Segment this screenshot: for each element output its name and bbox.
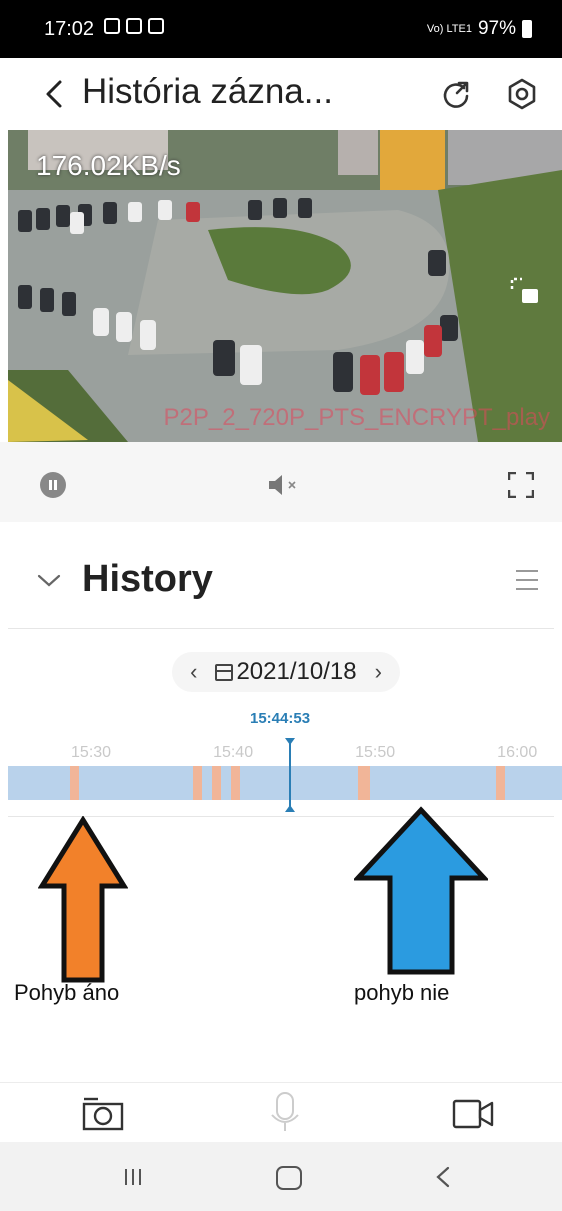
battery-level: 97% bbox=[477, 18, 516, 39]
camera-icon[interactable] bbox=[82, 1097, 124, 1131]
motion-event-segment[interactable] bbox=[495, 766, 506, 800]
timeline-tick-label: 15:40 bbox=[213, 744, 254, 761]
notification-icon bbox=[104, 18, 120, 34]
settings-icon[interactable] bbox=[506, 78, 538, 110]
recording-timeline[interactable]: 15:30 15:40 15:50 16:00 bbox=[8, 736, 562, 816]
motion-yes-label: Pohyb áno bbox=[14, 980, 120, 1005]
page-title: História zázna... bbox=[82, 72, 333, 111]
history-title: History bbox=[82, 558, 213, 600]
back-icon[interactable] bbox=[434, 1166, 452, 1188]
system-nav-bar bbox=[0, 1142, 562, 1211]
pause-icon[interactable] bbox=[40, 472, 66, 498]
status-notification-icons bbox=[104, 18, 164, 34]
history-panel: History ‹ 2021/10/18 › 15:44:53 15:30 15:… bbox=[0, 522, 562, 1082]
app-header: História zázna... bbox=[0, 58, 562, 130]
selected-date[interactable]: 2021/10/18 bbox=[236, 658, 356, 686]
chevron-down-icon[interactable] bbox=[36, 570, 62, 590]
divider bbox=[8, 628, 554, 629]
signal-icon: Vo) LTE1 bbox=[426, 23, 472, 35]
fullscreen-icon[interactable] bbox=[508, 472, 534, 498]
stream-watermark: P2P_2_720P_PTS_ENCRYPT_play bbox=[163, 404, 550, 431]
playhead-time: 15:44:53 bbox=[250, 710, 311, 727]
motion-event-segment[interactable] bbox=[69, 766, 80, 800]
date-selector: ‹ 2021/10/18 › bbox=[172, 652, 400, 692]
prev-date-button[interactable]: ‹ bbox=[172, 659, 215, 685]
status-bar: 17:02 Vo) LTE1 97% bbox=[0, 0, 562, 58]
home-icon[interactable] bbox=[276, 1166, 302, 1190]
back-arrow-icon[interactable] bbox=[40, 76, 70, 112]
recent-apps-icon[interactable] bbox=[122, 1166, 144, 1188]
motion-event-segment[interactable] bbox=[211, 766, 222, 800]
blue-up-arrow-annotation bbox=[354, 806, 488, 975]
microphone-icon[interactable] bbox=[270, 1091, 300, 1133]
bitrate-readout: 176.02KB/s bbox=[36, 150, 181, 181]
next-date-button[interactable]: › bbox=[357, 659, 400, 685]
timeline-tick-label: 15:30 bbox=[71, 744, 112, 761]
timeline-tick-label: 16:00 bbox=[497, 744, 538, 761]
bottom-toolbar bbox=[0, 1082, 562, 1143]
mute-icon[interactable] bbox=[265, 470, 305, 500]
gallery-icon bbox=[148, 18, 164, 34]
calendar-icon[interactable] bbox=[215, 663, 234, 681]
video-record-icon[interactable] bbox=[452, 1099, 494, 1129]
rotate-screen-icon[interactable] bbox=[508, 275, 542, 309]
status-time: 17:02 bbox=[44, 18, 95, 40]
motion-event-segment[interactable] bbox=[358, 766, 371, 800]
status-right: Vo) LTE1 97% bbox=[427, 18, 532, 40]
recording-band bbox=[8, 766, 562, 800]
motion-event-segment[interactable] bbox=[230, 766, 241, 800]
camera-video-player[interactable]: 176.02KB/s P2P_2_720P_PTS_ENCRYPT_play bbox=[8, 130, 562, 442]
player-controls bbox=[0, 442, 562, 522]
list-menu-icon[interactable] bbox=[516, 570, 538, 592]
timeline-tick-label: 15:50 bbox=[355, 744, 396, 761]
motion-no-label: pohyb nie bbox=[354, 980, 450, 1005]
battery-icon bbox=[522, 20, 532, 38]
playhead-marker[interactable] bbox=[285, 738, 296, 812]
orange-up-arrow-annotation bbox=[38, 816, 128, 983]
share-icon[interactable] bbox=[440, 78, 472, 110]
notification-icon bbox=[126, 18, 142, 34]
motion-event-segment[interactable] bbox=[192, 766, 203, 800]
